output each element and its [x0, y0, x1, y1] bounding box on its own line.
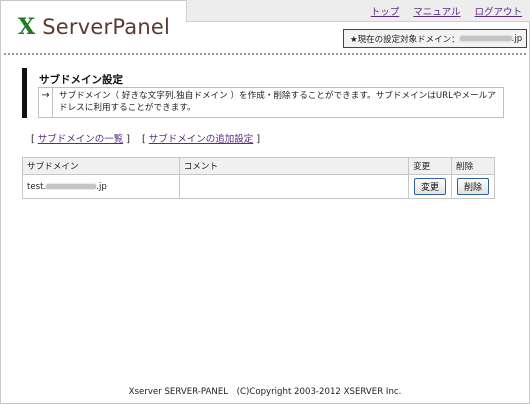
subdomain-links: [ サブドメインの一覧 ] [ サブドメインの追加設定 ]: [31, 131, 260, 145]
col-change: 変更: [408, 157, 453, 175]
subdomain-cell: test. .jp: [22, 174, 180, 199]
window-frame: [0, 0, 530, 404]
delete-button[interactable]: 削除: [457, 178, 490, 195]
subdomain-suffix: .jp: [96, 181, 107, 192]
header-divider: [4, 53, 526, 55]
bracket-open: [: [142, 134, 146, 145]
redacted-subdomain: [46, 183, 97, 189]
serverpanel-logo: X ServerPanel: [18, 14, 170, 40]
top-navigation: トップ マニュアル ログアウト: [186, 0, 530, 22]
bracket-close: ]: [126, 134, 131, 145]
section-marker-bar: [22, 68, 27, 118]
link-group-list: [ サブドメインの一覧 ]: [31, 131, 130, 145]
subdomain-table: サブドメイン コメント 変更 削除 test. .jp 変更 削除: [22, 157, 495, 199]
logo-text: ServerPanel: [42, 15, 170, 39]
description-text: サブドメイン（ 好きな文字列.独自ドメイン ）を作成・削除することができます。サ…: [58, 91, 496, 113]
current-domain-label: ★現在の設定対象ドメイン：: [350, 34, 460, 45]
comment-cell: [178, 174, 410, 199]
subdomain-add-link[interactable]: サブドメインの追加設定: [149, 134, 254, 145]
bracket-open: [: [31, 134, 35, 145]
delete-cell: 削除: [451, 174, 495, 199]
footer-copyright: Xserver SERVER-PANEL (C)Copyright 2003-2…: [128, 387, 402, 397]
logo-x-mark: X: [18, 14, 36, 40]
col-delete: 削除: [451, 157, 495, 175]
table-row: test. .jp 変更 削除: [22, 174, 495, 199]
redacted-domain: [459, 36, 512, 41]
arrow-icon: →: [39, 88, 53, 117]
page-title: サブドメイン設定: [39, 74, 123, 86]
nav-manual-link[interactable]: マニュアル: [413, 4, 460, 18]
subdomain-list-link[interactable]: サブドメインの一覧: [38, 134, 124, 145]
link-group-add: [ サブドメインの追加設定 ]: [142, 131, 260, 145]
nav-top-link[interactable]: トップ: [371, 4, 400, 18]
nav-logout-link[interactable]: ログアウト: [474, 4, 522, 18]
change-cell: 変更: [408, 174, 453, 199]
col-comment: コメント: [178, 157, 410, 175]
table-header-row: サブドメイン コメント 変更 削除: [22, 157, 495, 175]
col-subdomain: サブドメイン: [22, 157, 180, 175]
change-button[interactable]: 変更: [414, 178, 447, 195]
description-box: → サブドメイン（ 好きな文字列.独自ドメイン ）を作成・削除することができます…: [38, 87, 504, 118]
bracket-close: ]: [256, 134, 261, 145]
current-domain-suffix: .jp: [511, 33, 523, 44]
subdomain-prefix: test.: [27, 181, 47, 192]
current-domain-box: ★現在の設定対象ドメイン： .jp: [343, 29, 527, 48]
